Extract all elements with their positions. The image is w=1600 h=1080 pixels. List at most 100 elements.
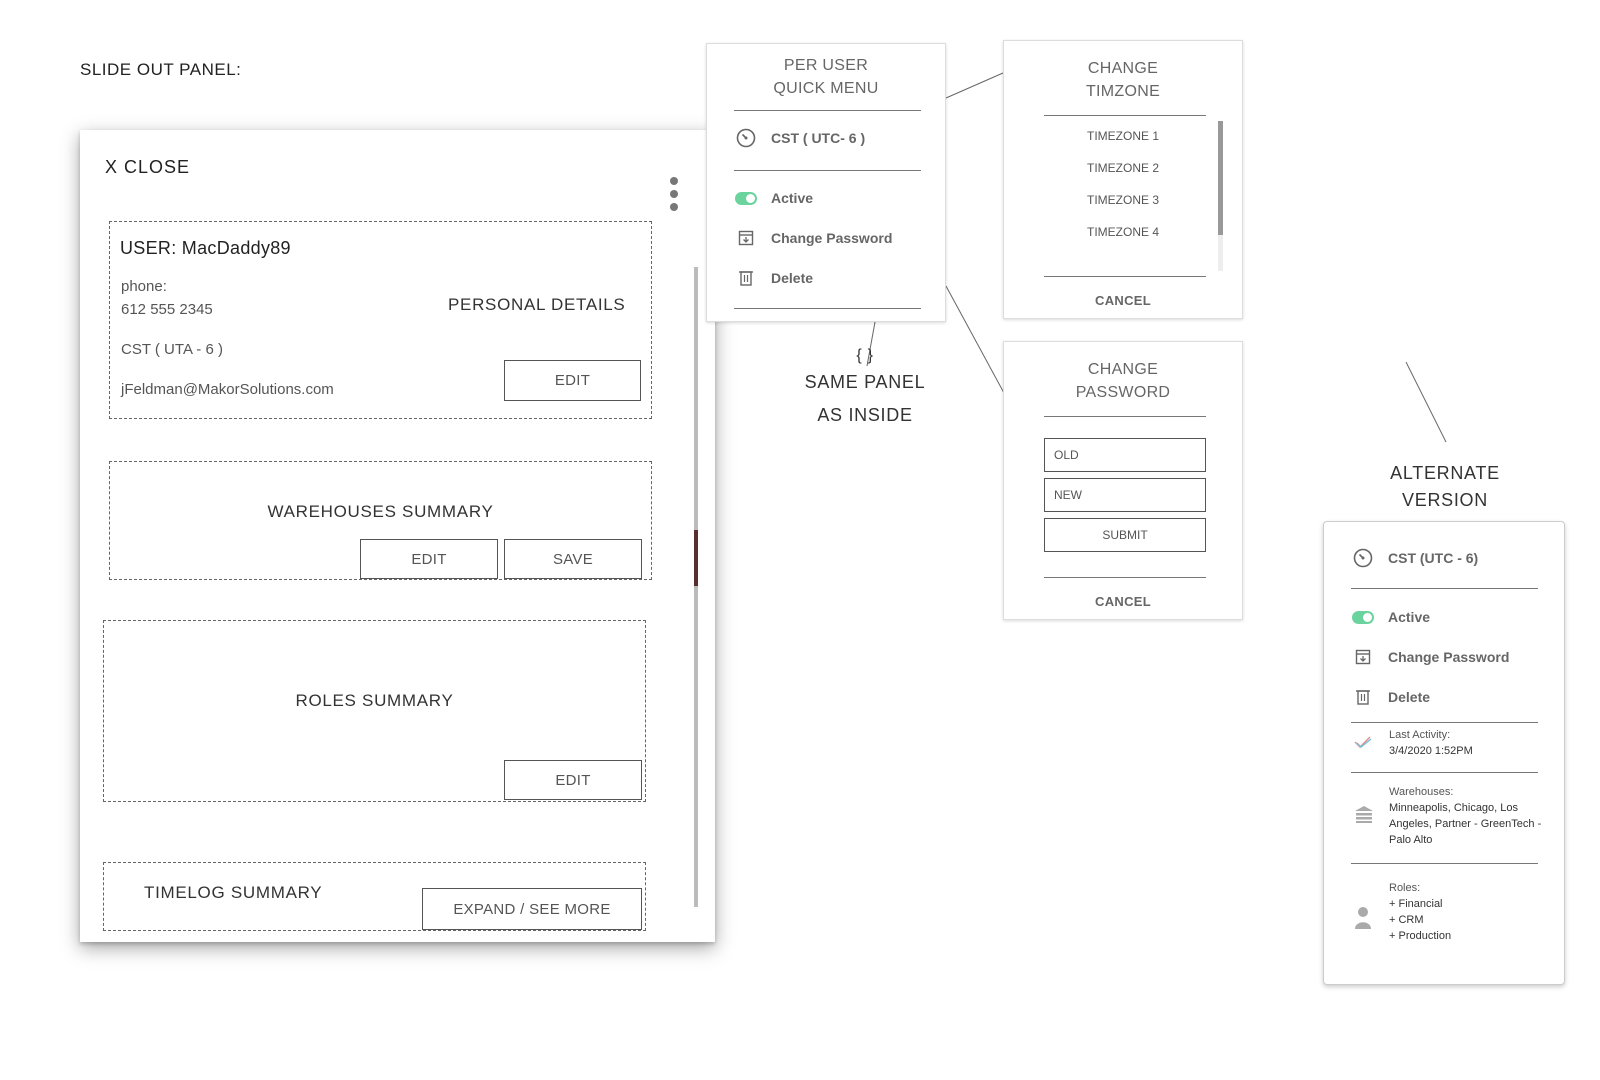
alt-delete-row[interactable]: Delete: [1351, 687, 1430, 707]
roles-summary-section: ROLES SUMMARY EDIT: [103, 620, 646, 802]
scrollbar-thumb[interactable]: [694, 530, 698, 586]
divider: [1044, 115, 1206, 116]
warehouses-label: Warehouses:: [1389, 786, 1454, 798]
same-panel-line1: SAME PANEL: [804, 372, 926, 392]
new-password-input[interactable]: NEW: [1044, 478, 1206, 512]
timezone-cancel-button[interactable]: CANCEL: [1004, 293, 1242, 308]
warehouses-save-button[interactable]: SAVE: [504, 539, 642, 579]
user-title: USER: MacDaddy89: [120, 238, 291, 258]
quick-change-password-label: Change Password: [771, 230, 893, 246]
quick-timezone-label: CST ( UTC- 6 ): [771, 130, 866, 146]
alt-active-row[interactable]: Active: [1351, 607, 1430, 627]
quick-active-label: Active: [771, 190, 814, 206]
clock-icon: [734, 128, 758, 148]
timezone-option[interactable]: TIMEZONE 2: [1004, 161, 1242, 175]
alternate-label-line2: VERSION: [1402, 490, 1488, 510]
change-password-card: CHANGE PASSWORD OLD NEW SUBMIT CANCEL: [1003, 341, 1243, 620]
slide-out-panel: X CLOSE USER: MacDaddy89 phone: 612 555 …: [80, 130, 715, 942]
trash-icon: [734, 268, 758, 288]
quick-active-row[interactable]: Active: [734, 188, 813, 208]
quick-menu-title: PER USER QUICK MENU: [707, 54, 945, 100]
page-label: SLIDE OUT PANEL:: [80, 60, 242, 79]
timelog-summary-section: TIMELOG SUMMARY EXPAND / SEE MORE: [103, 862, 646, 931]
warehouses-value: Minneapolis, Chicago, Los Angeles, Partn…: [1389, 802, 1542, 846]
kebab-menu-icon[interactable]: [668, 177, 680, 217]
alt-delete-label: Delete: [1388, 689, 1431, 705]
quick-delete-label: Delete: [771, 270, 814, 286]
warehouses-edit-button[interactable]: EDIT: [360, 539, 498, 579]
divider: [1351, 722, 1538, 723]
timelog-summary-heading: TIMELOG SUMMARY: [144, 883, 323, 902]
timezone-option[interactable]: TIMEZONE 3: [1004, 193, 1242, 207]
phone-value: 612 555 2345: [121, 301, 213, 318]
quick-menu-card: PER USER QUICK MENU CST ( UTC- 6 ) Activ…: [706, 43, 946, 322]
archive-icon: [734, 228, 758, 248]
personal-details-section: USER: MacDaddy89 phone: 612 555 2345 CST…: [109, 221, 652, 419]
timezone-value: CST ( UTA - 6 ): [121, 341, 223, 358]
quick-menu-title-line2: QUICK MENU: [773, 80, 879, 97]
divider: [1351, 588, 1538, 589]
phone-label: phone:: [121, 278, 167, 295]
email-value: jFeldman@MakorSolutions.com: [121, 381, 334, 398]
personal-edit-button[interactable]: EDIT: [504, 360, 641, 401]
alt-change-password-row[interactable]: Change Password: [1351, 647, 1509, 667]
role-item: + Financial: [1389, 898, 1443, 910]
old-password-input[interactable]: OLD: [1044, 438, 1206, 472]
role-item: + CRM: [1389, 914, 1424, 926]
timezone-option[interactable]: TIMEZONE 4: [1004, 225, 1242, 239]
activity-check-icon: [1354, 736, 1372, 755]
submit-button[interactable]: SUBMIT: [1044, 518, 1206, 552]
last-activity-value: 3/4/2020 1:52PM: [1389, 745, 1473, 757]
quick-menu-title-line1: PER USER: [783, 57, 869, 74]
role-item: + Production: [1389, 930, 1452, 942]
expand-see-more-button[interactable]: EXPAND / SEE MORE: [422, 888, 642, 930]
same-panel-note: { } SAME PANEL AS INSIDE: [790, 346, 940, 432]
trash-icon: [1351, 687, 1375, 707]
toggle-icon[interactable]: [1351, 607, 1375, 627]
change-timezone-card: CHANGE TIMZONE TIMEZONE 1 TIMEZONE 2 TIM…: [1003, 40, 1243, 319]
same-panel-line2: AS INSIDE: [817, 405, 913, 425]
divider: [734, 110, 921, 111]
toggle-icon[interactable]: [734, 188, 758, 208]
alternate-label-line1: ALTERNATE: [1390, 463, 1500, 483]
divider: [734, 170, 921, 171]
archive-icon: [1351, 647, 1375, 667]
divider: [1044, 276, 1206, 277]
warehouse-icon: [1354, 805, 1374, 828]
warehouses-block: Warehouses: Minneapolis, Chicago, Los An…: [1389, 784, 1554, 848]
timezone-option[interactable]: TIMEZONE 1: [1004, 129, 1242, 143]
alt-active-label: Active: [1388, 609, 1431, 625]
password-cancel-button[interactable]: CANCEL: [1004, 594, 1242, 609]
clock-icon: [1351, 548, 1375, 568]
warehouses-summary-section: WAREHOUSES SUMMARY EDIT SAVE: [109, 461, 652, 580]
last-activity-label: Last Activity:: [1389, 729, 1451, 741]
alternate-quick-menu-card: CST (UTC - 6) Active Change Password Del…: [1323, 521, 1565, 985]
timezone-scrollbar-thumb[interactable]: [1218, 121, 1223, 235]
change-password-title: CHANGE PASSWORD: [1004, 358, 1242, 404]
alt-timezone-row[interactable]: CST (UTC - 6): [1351, 548, 1478, 568]
warehouses-summary-heading: WAREHOUSES SUMMARY: [267, 502, 494, 521]
roles-edit-button[interactable]: EDIT: [504, 760, 642, 800]
change-password-title-line1: CHANGE: [1087, 361, 1159, 378]
change-timezone-title-line2: TIMZONE: [1085, 83, 1161, 100]
alt-change-password-label: Change Password: [1388, 649, 1510, 665]
divider: [734, 308, 921, 309]
alt-timezone-label: CST (UTC - 6): [1388, 550, 1479, 566]
quick-change-password-row[interactable]: Change Password: [734, 228, 892, 248]
change-password-title-line2: PASSWORD: [1075, 384, 1171, 401]
close-button[interactable]: X CLOSE: [105, 157, 190, 178]
divider: [1351, 863, 1538, 864]
change-timezone-title: CHANGE TIMZONE: [1004, 57, 1242, 103]
roles-summary-heading: ROLES SUMMARY: [295, 691, 454, 710]
roles-block: Roles: + Financial + CRM + Production: [1389, 880, 1549, 944]
same-panel-braces: { }: [856, 347, 874, 364]
scrollbar-track[interactable]: [694, 267, 698, 907]
divider: [1044, 416, 1206, 417]
quick-timezone-row[interactable]: CST ( UTC- 6 ): [734, 128, 865, 148]
change-timezone-title-line1: CHANGE: [1087, 60, 1159, 77]
roles-label: Roles:: [1389, 882, 1421, 894]
divider: [1351, 772, 1538, 773]
personal-details-heading: PERSONAL DETAILS: [448, 295, 626, 314]
person-icon: [1354, 906, 1372, 935]
quick-delete-row[interactable]: Delete: [734, 268, 813, 288]
